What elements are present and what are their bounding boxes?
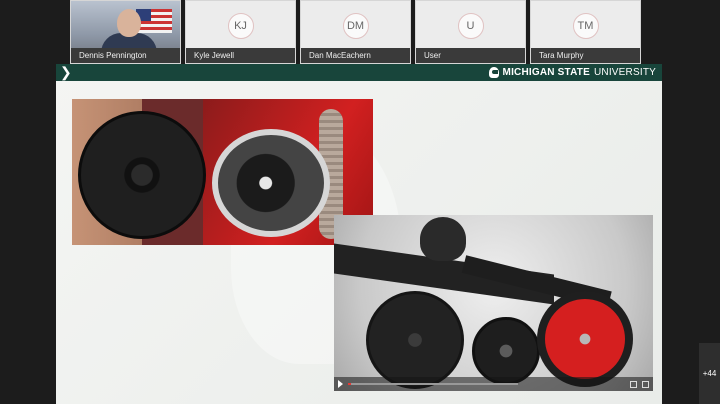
avatar: TM — [572, 13, 599, 39]
participant-tile-user[interactable]: U User — [415, 0, 526, 64]
seed-meter-photo — [72, 99, 373, 245]
participant-name: Tara Murphy — [531, 48, 640, 63]
gauge-wheel — [472, 317, 540, 385]
participant-name: Dennis Pennington — [71, 48, 180, 63]
avatar: DM — [342, 13, 369, 39]
video-progress-fill — [348, 383, 352, 385]
video-controls — [334, 377, 653, 391]
play-icon[interactable] — [338, 380, 343, 388]
closing-wheel-rim — [545, 299, 625, 379]
participant-name: User — [416, 48, 525, 63]
brand-bold-text: MICHIGAN STATE — [502, 67, 590, 78]
avatar: U — [457, 13, 484, 39]
brand-regular-text: UNIVERSITY — [593, 67, 656, 78]
chevron-right-icon[interactable]: ❯ — [60, 65, 72, 80]
flag-image — [136, 9, 172, 33]
video-progress-bar[interactable] — [348, 383, 518, 385]
participant-tile-dennis[interactable]: Dennis Pennington — [70, 0, 181, 64]
avatar: KJ — [227, 13, 254, 39]
spartan-helmet-icon — [488, 67, 499, 78]
seed-disc — [78, 111, 206, 239]
slide-header: ❯ MICHIGAN STATE UNIVERSITY — [56, 64, 662, 81]
fullscreen-icon[interactable] — [642, 380, 649, 388]
msu-brand: MICHIGAN STATE UNIVERSITY — [488, 64, 656, 81]
participant-name: Kyle Jewell — [186, 48, 295, 63]
settings-icon[interactable] — [630, 380, 637, 388]
participant-tile-kyle[interactable]: KJ Kyle Jewell — [185, 0, 296, 64]
meter-hopper — [420, 217, 466, 261]
participant-name: Dan MacEachern — [301, 48, 410, 63]
participant-tile-tara[interactable]: TM Tara Murphy — [530, 0, 641, 64]
row-unit-video[interactable] — [334, 215, 653, 391]
meeting-window: Dennis Pennington KJ Kyle Jewell DM Dan … — [0, 0, 720, 404]
participant-overflow-count[interactable]: +44 — [699, 343, 720, 404]
meter-housing — [212, 129, 330, 237]
opener-disc — [366, 291, 464, 389]
participant-strip: Dennis Pennington KJ Kyle Jewell DM Dan … — [70, 0, 648, 64]
shared-slide: ❯ MICHIGAN STATE UNIVERSITY — [56, 64, 662, 404]
participant-tile-dan[interactable]: DM Dan MacEachern — [300, 0, 411, 64]
person-head — [117, 9, 141, 37]
